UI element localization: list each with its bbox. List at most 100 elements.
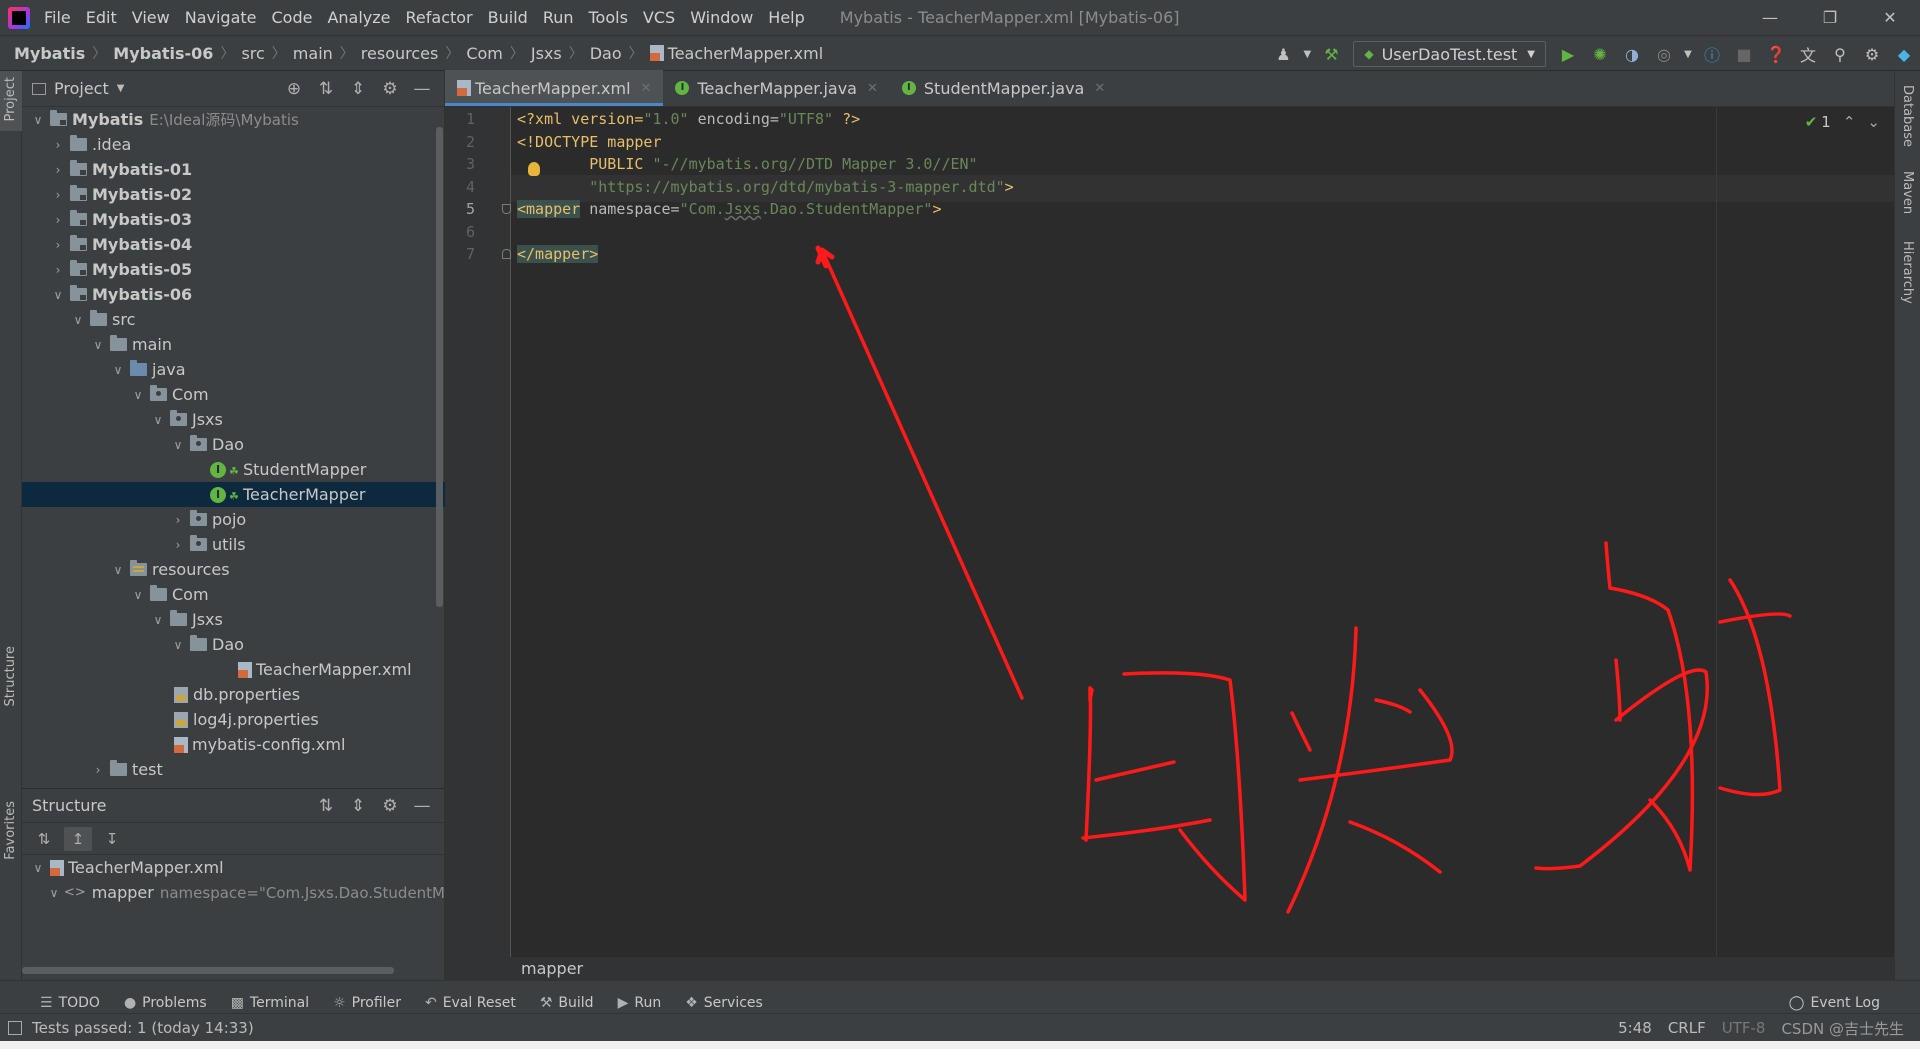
close-tab-icon[interactable]: ✕ <box>1094 81 1105 96</box>
tree-item-jsxs[interactable]: ∨ Jsxs <box>22 407 445 432</box>
stripe-structure-button[interactable]: Structure <box>3 646 18 706</box>
tab-studentmapper-java[interactable]: I StudentMapper.java ✕ <box>890 70 1117 106</box>
coverage-icon[interactable]: ◑ <box>1619 41 1645 67</box>
crumb-module[interactable]: Mybatis-06 <box>113 44 213 63</box>
crumb-project[interactable]: Mybatis <box>14 44 85 63</box>
tree-item-studentmapper[interactable]: I ☘ StudentMapper <box>22 457 445 482</box>
menu-edit[interactable]: Edit <box>86 8 117 27</box>
run-icon[interactable]: ▶ <box>1555 41 1581 67</box>
inspection-widget[interactable]: ✔ 1 ⌃ ⌄ <box>1805 113 1880 131</box>
tree-item-mybatis-03[interactable]: › Mybatis-03 <box>22 207 445 232</box>
search-icon[interactable]: ⚲ <box>1827 41 1853 67</box>
translate-icon[interactable]: 文 <box>1795 41 1821 67</box>
close-tab-icon[interactable]: ✕ <box>641 81 652 96</box>
panel-settings-icon[interactable]: ⚙ <box>374 793 406 819</box>
menu-help[interactable]: Help <box>768 8 804 27</box>
menu-vcs[interactable]: VCS <box>643 8 675 27</box>
menu-tools[interactable]: Tools <box>589 8 628 27</box>
eval-reset-button[interactable]: ↶ Eval Reset <box>425 995 516 1011</box>
tree-item-resources[interactable]: ∨ resources <box>22 557 445 582</box>
chevron-right-icon[interactable]: › <box>90 763 106 777</box>
stripe-maven-button[interactable]: Maven <box>1900 171 1915 214</box>
chevron-right-icon[interactable]: › <box>170 513 186 527</box>
menu-file[interactable]: File <box>44 8 71 27</box>
tree-item-mybatis[interactable]: ∨ Mybatis E:\Ideal源码\Mybatis <box>22 107 445 132</box>
chevron-down-icon[interactable]: ▼ <box>1683 41 1693 67</box>
tree-item-main[interactable]: ∨ main <box>22 332 445 357</box>
menu-refactor[interactable]: Refactor <box>406 8 473 27</box>
debug-icon[interactable]: ✺ <box>1587 41 1613 67</box>
hide-panel-icon[interactable]: — <box>406 76 438 102</box>
collapse-all-icon[interactable]: ⇕ <box>342 76 374 102</box>
structure-scrollbar[interactable] <box>22 967 394 974</box>
crumb-main[interactable]: main <box>293 44 333 63</box>
chevron-down-icon[interactable]: ▼ <box>117 83 125 94</box>
stripe-hierarchy-button[interactable]: Hierarchy <box>1900 241 1915 304</box>
menu-build[interactable]: Build <box>488 8 528 27</box>
chevron-right-icon[interactable]: › <box>50 163 66 177</box>
tree-item-mybatis-05[interactable]: › Mybatis-05 <box>22 257 445 282</box>
tree-item-res-com[interactable]: ∨ Com <box>22 582 445 607</box>
tree-item-db-properties[interactable]: db.properties <box>22 682 445 707</box>
chevron-down-icon[interactable]: ∨ <box>30 861 46 875</box>
sort-icon[interactable]: ⇅ <box>30 827 58 851</box>
tree-item-res-jsxs[interactable]: ∨ Jsxs <box>22 607 445 632</box>
menu-window[interactable]: Window <box>690 8 753 27</box>
tree-item-log4j-properties[interactable]: log4j.properties <box>22 707 445 732</box>
chevron-right-icon[interactable]: › <box>50 263 66 277</box>
help-icon[interactable]: ⓘ <box>1699 41 1725 67</box>
profile-icon[interactable]: ◎ <box>1651 41 1677 67</box>
project-panel-title[interactable]: Project <box>54 79 109 98</box>
services-button[interactable]: ❖ Services <box>685 995 763 1011</box>
panel-settings-icon[interactable]: ⚙ <box>374 76 406 102</box>
chevron-right-icon[interactable]: › <box>50 213 66 227</box>
user-icon[interactable]: ♟ <box>1270 41 1296 67</box>
close-window-icon[interactable]: ✕ <box>1860 0 1920 35</box>
chevron-down-icon[interactable]: ∨ <box>70 313 86 327</box>
tree-item-teachermapper[interactable]: I ☘ TeacherMapper <box>22 482 445 507</box>
menu-view[interactable]: View <box>132 8 170 27</box>
build-button[interactable]: ⚒ Build <box>540 995 594 1011</box>
structure-mapper[interactable]: ∨ <> mapper namespace="Com.Jsxs.Dao.Stude… <box>22 880 445 905</box>
code-editor[interactable]: <?xml version="1.0" encoding="UTF8" ?> <… <box>511 107 1894 957</box>
tree-item-test[interactable]: › test <box>22 757 445 782</box>
stop-icon[interactable]: ■ <box>1731 41 1757 67</box>
build-hammer-icon[interactable]: ⚒ <box>1318 41 1344 67</box>
tree-item-com[interactable]: ∨ Com <box>22 382 445 407</box>
tree-item-mybatis-01[interactable]: › Mybatis-01 <box>22 157 445 182</box>
tree-item-mybatis-04[interactable]: › Mybatis-04 <box>22 232 445 257</box>
fold-marker-icon[interactable] <box>502 249 511 259</box>
minimize-icon[interactable]: — <box>1740 0 1800 35</box>
run-config-select[interactable]: ◆ UserDaoTest.test ▼ <box>1353 41 1546 67</box>
file-encoding[interactable]: UTF-8 <box>1722 1019 1766 1037</box>
chevron-down-icon[interactable]: ∨ <box>90 338 106 352</box>
terminal-button[interactable]: ▩ Terminal <box>231 995 309 1011</box>
stripe-database-button[interactable]: Database <box>1900 85 1915 147</box>
chevron-right-icon[interactable]: › <box>170 538 186 552</box>
chevron-down-icon[interactable]: ∨ <box>30 113 46 127</box>
tree-item-teachermapper-xml[interactable]: TeacherMapper.xml <box>22 657 445 682</box>
chevron-down-icon[interactable]: ∨ <box>170 438 186 452</box>
chevron-down-icon[interactable]: ∨ <box>48 886 60 900</box>
line-separator[interactable]: CRLF <box>1668 1019 1706 1037</box>
crumb-jsxs[interactable]: Jsxs <box>531 44 562 63</box>
tree-item-pojo[interactable]: › pojo <box>22 507 445 532</box>
caret-position[interactable]: 5:48 <box>1618 1019 1652 1037</box>
chevron-right-icon[interactable]: › <box>50 138 66 152</box>
tool-windows-toggle-icon[interactable] <box>8 1020 22 1035</box>
tree-item-src[interactable]: ∨ src <box>22 307 445 332</box>
tree-item-mybatis-06[interactable]: ∨ Mybatis-06 <box>22 282 445 307</box>
problems-button[interactable]: ● Problems <box>124 995 207 1011</box>
chevron-down-icon[interactable]: ▼ <box>1302 41 1312 67</box>
expand-all-icon[interactable]: ⇅ <box>310 793 342 819</box>
tree-scrollbar[interactable] <box>436 127 443 607</box>
editor-breadcrumb-item[interactable]: mapper <box>521 959 583 978</box>
close-tab-icon[interactable]: ✕ <box>867 81 878 96</box>
crumb-src[interactable]: src <box>241 44 264 63</box>
collapse-all-icon[interactable]: ⇕ <box>342 793 374 819</box>
tree-item-mybatis-02[interactable]: › Mybatis-02 <box>22 182 445 207</box>
settings-gear-icon[interactable]: ⚙ <box>1859 41 1885 67</box>
stripe-favorites-button[interactable]: Favorites <box>3 801 18 860</box>
menu-run[interactable]: Run <box>543 8 574 27</box>
structure-root[interactable]: ∨ TeacherMapper.xml <box>22 855 445 880</box>
